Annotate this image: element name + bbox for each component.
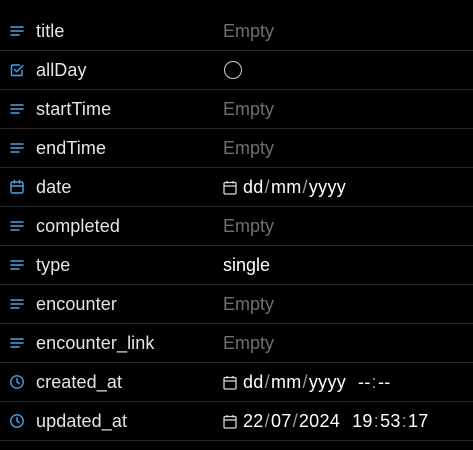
text-lines-icon	[9, 23, 25, 39]
property-name: completed	[36, 215, 120, 236]
property-row-endtime: endTime Empty	[0, 129, 473, 168]
calendar-picker-icon[interactable]	[223, 375, 237, 390]
property-row-completed: completed Empty	[0, 207, 473, 246]
clock-icon	[9, 413, 25, 429]
month-segment[interactable]: mm	[271, 177, 302, 198]
date-separator: /	[302, 371, 308, 392]
property-value[interactable]: 22/07/2024 19:53:17	[223, 402, 429, 440]
property-key[interactable]: allDay	[0, 51, 220, 89]
property-key[interactable]: startTime	[0, 90, 220, 128]
empty-value[interactable]: Empty	[223, 333, 274, 354]
property-value[interactable]: single	[223, 246, 270, 284]
minute-segment[interactable]: --	[378, 372, 391, 393]
property-row-allday: allDay	[0, 51, 473, 90]
calendar-icon	[9, 179, 25, 195]
empty-value[interactable]: Empty	[223, 216, 274, 237]
text-lines-icon	[9, 101, 25, 117]
time-separator: :	[373, 410, 380, 431]
property-value[interactable]: Empty	[223, 12, 274, 50]
property-row-created-at: created_at dd / mm / yyyy --: --	[0, 363, 473, 402]
hour-segment[interactable]: 19	[352, 411, 373, 432]
property-key[interactable]: encounter	[0, 285, 220, 323]
property-key[interactable]: title	[0, 12, 220, 50]
properties-list: title Empty allDay startTime Empty endTime Emp…	[0, 12, 473, 441]
text-lines-icon	[9, 296, 25, 312]
text-lines-icon	[9, 257, 25, 273]
property-name: allDay	[36, 59, 87, 80]
day-segment[interactable]: dd	[243, 372, 264, 393]
property-key[interactable]: type	[0, 246, 220, 284]
property-key[interactable]: updated_at	[0, 402, 220, 440]
property-name: encounter	[36, 293, 117, 314]
second-segment[interactable]: 17	[408, 411, 429, 432]
datetime-input[interactable]: dd / mm / yyyy --: --	[223, 372, 391, 393]
property-value[interactable]: Empty	[223, 285, 274, 323]
property-row-encounter-link: encounter_link Empty	[0, 324, 473, 363]
text-value[interactable]: single	[223, 255, 270, 276]
calendar-picker-icon[interactable]	[223, 414, 237, 429]
property-name: title	[36, 20, 65, 41]
hour-segment[interactable]: --	[358, 372, 371, 393]
year-segment[interactable]: yyyy	[309, 177, 346, 198]
property-name: date	[36, 176, 72, 197]
property-row-starttime: startTime Empty	[0, 90, 473, 129]
property-key[interactable]: created_at	[0, 363, 220, 401]
property-row-date: date dd / mm / yyyy	[0, 168, 473, 207]
property-value[interactable]: dd / mm / yyyy	[223, 168, 346, 206]
text-lines-icon	[9, 218, 25, 234]
clock-icon	[9, 374, 25, 390]
property-name: startTime	[36, 98, 112, 119]
day-segment[interactable]: dd	[243, 177, 264, 198]
year-segment[interactable]: yyyy	[309, 372, 346, 393]
property-row-type: type single	[0, 246, 473, 285]
datetime-input[interactable]: 22/07/2024 19:53:17	[223, 411, 429, 432]
property-row-title: title Empty	[0, 12, 473, 51]
text-lines-icon	[9, 335, 25, 351]
property-value[interactable]: Empty	[223, 90, 274, 128]
time-separator: :	[401, 410, 407, 431]
year-segment[interactable]: 2024	[299, 411, 340, 432]
property-name: type	[36, 254, 71, 275]
month-segment[interactable]: 07	[271, 411, 292, 432]
property-value[interactable]: Empty	[223, 129, 274, 167]
property-row-encounter: encounter Empty	[0, 285, 473, 324]
property-key[interactable]: date	[0, 168, 220, 206]
date-separator: /	[264, 410, 270, 431]
property-value[interactable]: Empty	[223, 324, 274, 362]
property-name: created_at	[36, 371, 123, 392]
checkbox-toggle[interactable]	[224, 61, 242, 79]
empty-value[interactable]: Empty	[223, 138, 274, 159]
month-segment[interactable]: mm	[271, 372, 302, 393]
property-name: endTime	[36, 137, 107, 158]
empty-value[interactable]: Empty	[223, 21, 274, 42]
empty-value[interactable]: Empty	[223, 99, 274, 120]
time-separator: :	[371, 371, 377, 392]
property-value[interactable]	[223, 51, 242, 89]
property-key[interactable]: encounter_link	[0, 324, 220, 362]
property-value[interactable]: dd / mm / yyyy --: --	[223, 363, 391, 401]
date-separator: /	[292, 410, 298, 431]
property-value[interactable]: Empty	[223, 207, 274, 245]
date-separator: /	[264, 176, 270, 197]
checkbox-icon	[9, 62, 25, 78]
property-name: encounter_link	[36, 332, 155, 353]
property-key[interactable]: endTime	[0, 129, 220, 167]
day-segment[interactable]: 22	[243, 411, 264, 432]
empty-value[interactable]: Empty	[223, 294, 274, 315]
property-name: updated_at	[36, 410, 128, 431]
property-row-updated-at: updated_at 22/07/2024 19:53:17	[0, 402, 473, 441]
minute-segment[interactable]: 53	[380, 411, 401, 432]
calendar-picker-icon[interactable]	[223, 180, 237, 195]
date-input[interactable]: dd / mm / yyyy	[223, 177, 346, 198]
date-separator: /	[264, 371, 270, 392]
text-lines-icon	[9, 140, 25, 156]
date-separator: /	[302, 176, 308, 197]
property-key[interactable]: completed	[0, 207, 220, 245]
